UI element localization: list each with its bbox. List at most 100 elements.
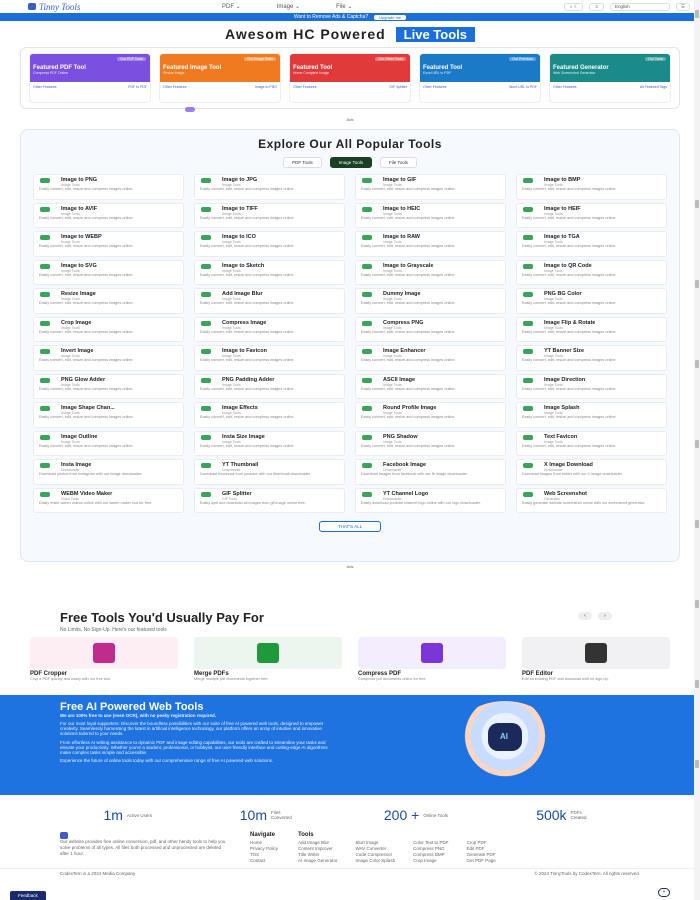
tool-card[interactable]: Image to QR Code Image Tools Easily conver… [516, 259, 667, 285]
site-logo[interactable]: Tinny Tools [28, 2, 80, 12]
tool-card[interactable]: Image Shape Chan... Image Tools Easily con… [33, 402, 184, 428]
tool-description: Easily convert, edit, resize and compres… [39, 244, 134, 248]
tool-card[interactable]: Image Flip & Rotate Image Tools Easily con… [516, 316, 667, 342]
tool-card[interactable]: Round Profile Image Image Tools Easily con… [355, 402, 506, 428]
free-tool-card[interactable]: Compress PDF Compress pdf documents onlin… [358, 637, 506, 681]
tool-card[interactable]: Image to AVIF Image Tools Easily convert, … [33, 202, 184, 228]
footer-tool-link[interactable]: Get PDF Page [467, 858, 496, 864]
tool-card[interactable]: Insta Image Downloader Download photos fro… [33, 459, 184, 485]
tool-card[interactable]: Crop Image Image Tools Easily convert, edi… [33, 316, 184, 342]
tool-card[interactable]: Image to TIFF Image Tools Easily convert, … [194, 202, 345, 228]
featured-subtitle: Excel URL to PDF [423, 71, 452, 75]
tool-card[interactable]: Web Screenshot Generator Easily generate w… [516, 487, 667, 513]
tool-card[interactable]: Image Direction Image Tools Easily convert… [516, 373, 667, 399]
tab-file-tools[interactable]: File Tools [379, 157, 417, 168]
tool-card[interactable]: Image to JPG Image Tools Easily convert, e… [194, 174, 345, 200]
tool-card[interactable]: YT Banner Size Image Tools Easily convert,… [516, 345, 667, 371]
featured-link[interactable]: Word URL to PDF [509, 85, 537, 89]
tool-card[interactable]: Image to Sketch Image Tools Easily convert… [194, 259, 345, 285]
tool-card[interactable]: Insta Size Image Image Tools Easily conver… [194, 430, 345, 456]
carousel-indicator[interactable] [185, 107, 195, 112]
tool-card[interactable]: Image to Grayscale Image Tools Easily conv… [355, 259, 506, 285]
free-tool-card[interactable]: PDF Editor Edit an existing PDF and downl… [522, 637, 670, 681]
featured-card[interactable]: Our Tools Featured Generator Web Screensho… [549, 53, 671, 103]
tool-card[interactable]: PNG Glow Adder Image Tools Easily convert,… [33, 373, 184, 399]
tool-card[interactable]: PNG Padding Adder Image Tools Easily conve… [194, 373, 345, 399]
theme-toggle-icon[interactable]: ☼ ☾ [563, 2, 584, 11]
featured-link[interactable]: Other Features [553, 85, 577, 89]
tool-card[interactable]: Image Splash Image Tools Easily convert, e… [516, 402, 667, 428]
scrollbar[interactable] [694, 0, 700, 900]
upgrade-banner: Want to Remove Ads & Captcha? Upgrade me [0, 13, 700, 21]
featured-card[interactable]: Our Image Tools Featured Image Tool Resize… [159, 53, 281, 103]
tab-pdf-tools[interactable]: PDF Tools [283, 157, 322, 168]
featured-link[interactable]: Image to PNG [255, 85, 277, 89]
tool-icon [201, 406, 211, 411]
tool-icon [523, 491, 533, 497]
tool-card[interactable]: Image to ICO Image Tools Easily convert, e… [194, 231, 345, 257]
feedback-button[interactable]: Feedback [10, 891, 46, 900]
tool-card[interactable]: Resize Image Image Tools Easily convert, e… [33, 288, 184, 314]
tool-card[interactable]: Image to Favicon Image Tools Easily conver… [194, 345, 345, 371]
tool-card[interactable]: PNG Shadow Image Tools Easily convert, edi… [355, 430, 506, 456]
tool-card[interactable]: Image to PNG Image Tools Easily convert, e… [33, 174, 184, 200]
tool-card[interactable]: Add Image Blur Image Tools Easily convert,… [194, 288, 345, 314]
stats-row: 1m Active Users 10m Files Converted 200 + Onl… [0, 801, 700, 829]
tool-card[interactable]: Image to HEIF Image Tools Easily convert, … [516, 202, 667, 228]
nav-image-menu[interactable]: Image ⌄ [277, 3, 300, 10]
featured-link[interactable]: Other Features [423, 85, 447, 89]
scroll-top-icon[interactable]: ⇡ [658, 888, 670, 897]
tool-card[interactable]: Compress PNG Image Tools Easily convert, e… [355, 316, 506, 342]
free-tool-card[interactable]: PDF Cropper Crop a PDF quickly and easily… [30, 637, 178, 681]
tool-card[interactable]: Image Effects Image Tools Easily convert, … [194, 402, 345, 428]
featured-link[interactable]: All Featured Tags [640, 85, 667, 89]
featured-subtitle: Compress PDF Online [33, 71, 69, 75]
user-icon[interactable]: ☺ [589, 2, 604, 11]
tool-card[interactable]: Image to SVG Image Tools Easily convert, e… [33, 259, 184, 285]
prev-arrow-icon[interactable]: ‹ [578, 612, 592, 620]
tool-card[interactable]: Image to WEBP Image Tools Easily convert, … [33, 231, 184, 257]
language-select[interactable]: English [609, 2, 670, 11]
tool-card[interactable]: Image Enhancer Image Tools Easily convert,… [355, 345, 506, 371]
tab-image-tools[interactable]: Image Tools [329, 157, 372, 168]
featured-card[interactable]: Our Premium Featured Tool Excel URL to PDF… [419, 53, 541, 103]
thats-all-button[interactable]: THAT'S ALL [319, 521, 381, 532]
tool-card[interactable]: Image to HEIC Image Tools Easily convert, … [355, 202, 506, 228]
featured-link[interactable]: GIF Splitter [389, 85, 407, 89]
upgrade-button[interactable]: Upgrade me [374, 14, 407, 20]
tool-card[interactable]: Dummy Image Image Tools Easily convert, ed… [355, 288, 506, 314]
tool-card[interactable]: PNG BG Color Image Tools Easily convert, e… [516, 288, 667, 314]
tool-card[interactable]: YT Channel Logo Downloader Easily download… [355, 487, 506, 513]
footer-tool-link[interactable]: AI Image Generator [298, 858, 338, 864]
tool-card[interactable]: ASCII Image Image Tools Easily convert, ed… [355, 373, 506, 399]
featured-card[interactable]: Our Other Tools Featured Tool Home Complet… [289, 53, 411, 103]
free-tools-title: Free Tools You'd Usually Pay For [60, 610, 264, 625]
nav-pdf-menu[interactable]: PDF ⌄ [222, 3, 241, 10]
featured-link[interactable]: Other Features [163, 85, 187, 89]
nav-file-menu[interactable]: File ⌄ [336, 3, 352, 10]
tool-card[interactable]: Invert Image Image Tools Easily convert, e… [33, 345, 184, 371]
tool-card[interactable]: Text Favicon Image Tools Easily convert, e… [516, 430, 667, 456]
featured-link[interactable]: PDF to PDF [128, 85, 147, 89]
tool-icon [523, 235, 533, 240]
featured-link[interactable]: Other Features [33, 85, 57, 89]
tool-card[interactable]: Image to BMP Image Tools Easily convert, e… [516, 174, 667, 200]
tool-card[interactable]: Compress Image Image Tools Easily convert,… [194, 316, 345, 342]
footer-link[interactable]: Contact [250, 858, 278, 864]
next-arrow-icon[interactable]: › [598, 612, 612, 620]
tool-card[interactable]: Image to TGA Image Tools Easily convert, e… [516, 231, 667, 257]
tool-card[interactable]: X Image Download Downloader Download image… [516, 459, 667, 485]
tool-card[interactable]: Image to RAW Image Tools Easily convert, e… [355, 231, 506, 257]
tool-card[interactable]: Facebook Image Downloader Download images … [355, 459, 506, 485]
tool-card[interactable]: Image Outline Image Tools Easily convert, … [33, 430, 184, 456]
footer-tool-link[interactable]: Crop Image [413, 858, 448, 864]
menu-icon[interactable]: ☰ [675, 2, 690, 11]
tool-card[interactable]: GIF Splitter GIF Tools Easily split and do… [194, 487, 345, 513]
free-tool-card[interactable]: Merge PDFs Merge multiple pdf documents t… [194, 637, 342, 681]
tool-card[interactable]: Image to GIF Image Tools Easily convert, e… [355, 174, 506, 200]
featured-link[interactable]: Other Features [293, 85, 317, 89]
featured-card[interactable]: Our PDF Tools Featured PDF Tool Compress P… [29, 53, 151, 103]
tool-card[interactable]: WEBM Video Maker Video Tools Easily make w… [33, 487, 184, 513]
footer-tool-link[interactable]: Image Color Splash [356, 858, 396, 864]
tool-card[interactable]: YT Thumbnail Downloader Download thumbnail… [194, 459, 345, 485]
